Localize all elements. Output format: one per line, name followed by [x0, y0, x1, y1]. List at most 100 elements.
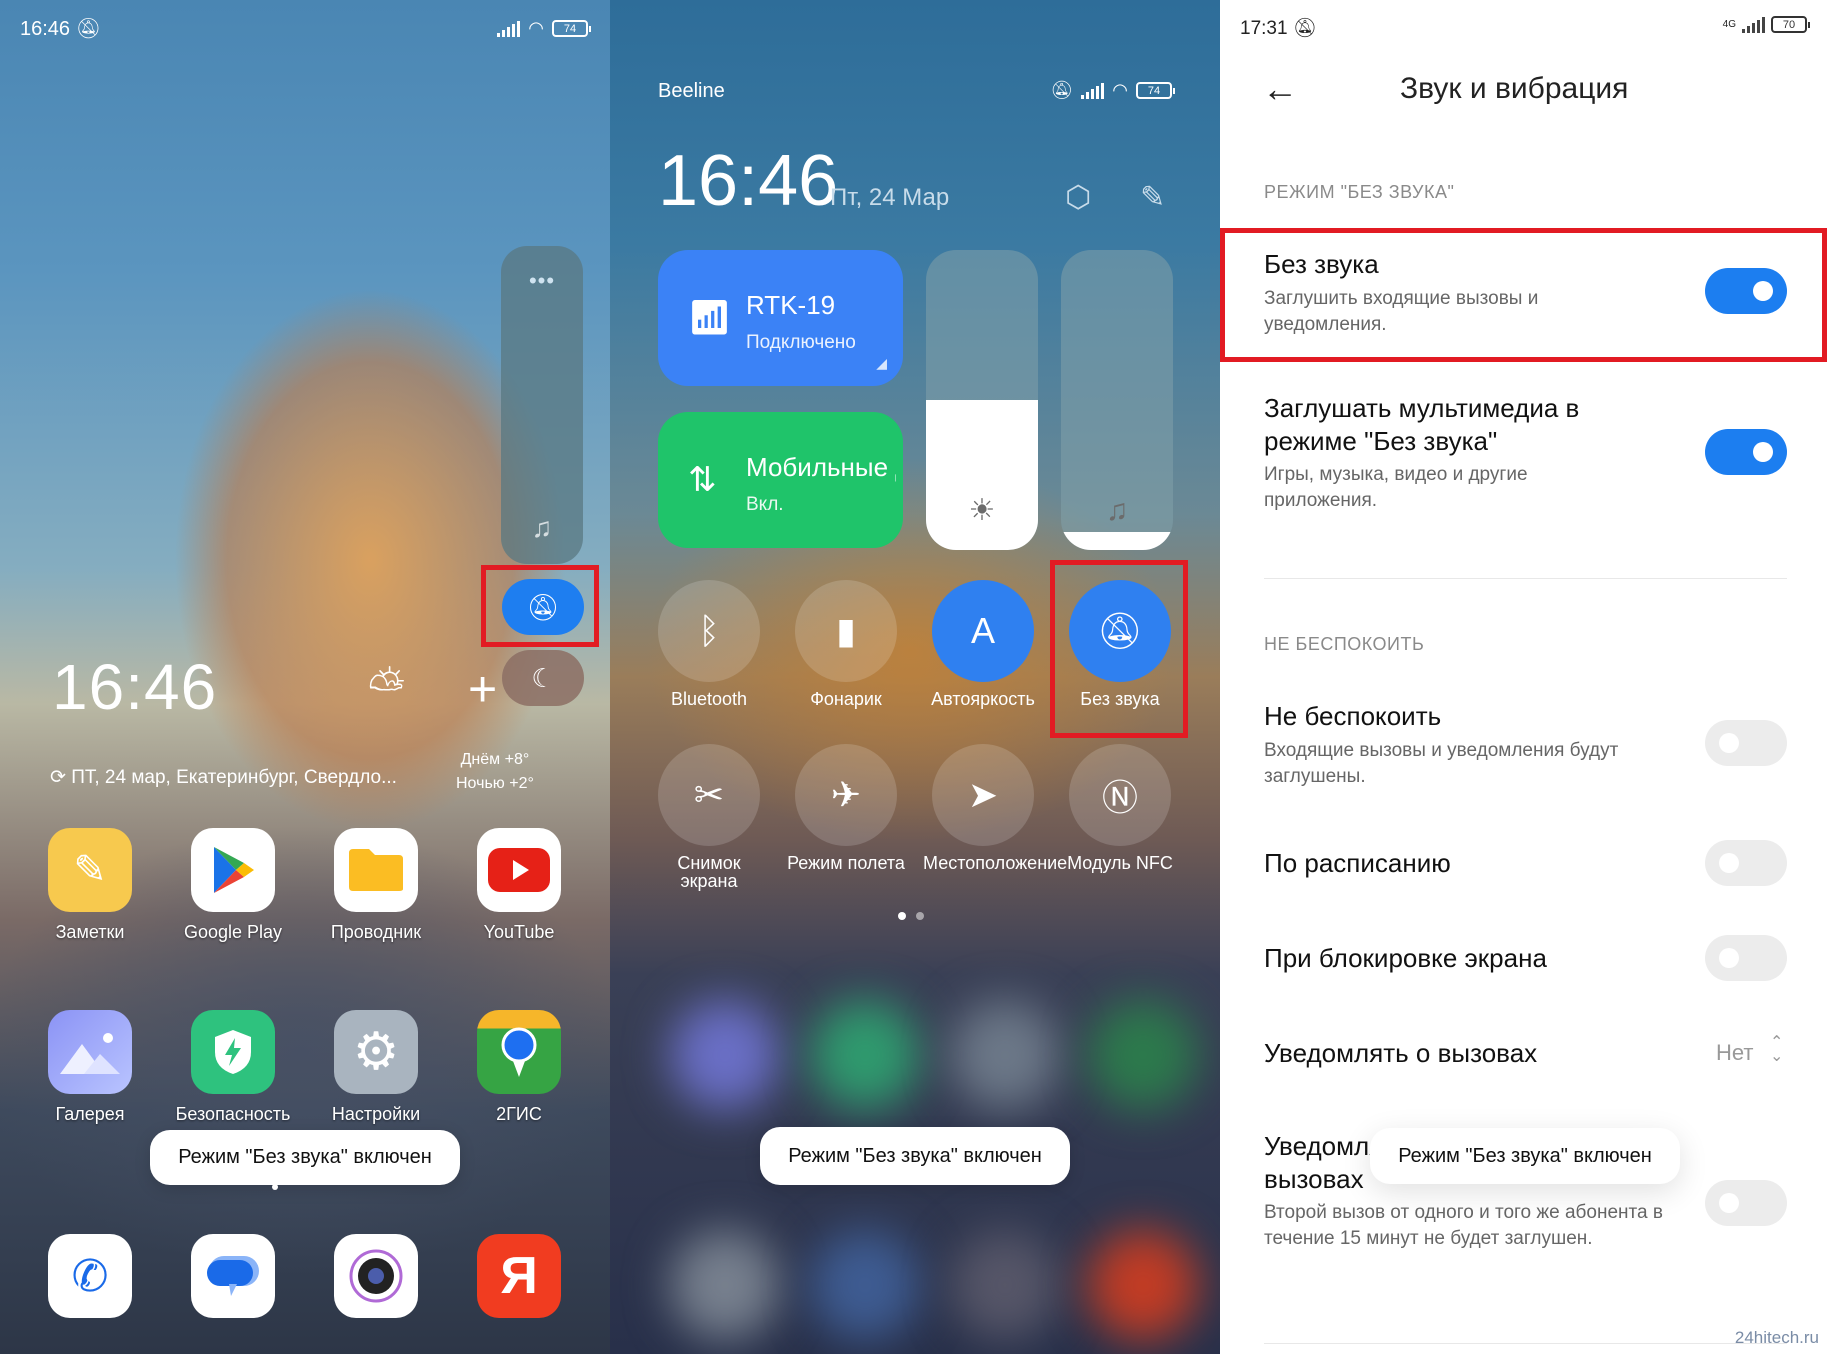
chevron-updown-icon[interactable]: ⌃ ⌄ — [1770, 1035, 1783, 1065]
toggle-location[interactable]: ➤ Местоположение — [923, 744, 1068, 873]
bluetooth-icon: ᛒ — [658, 580, 760, 682]
divider — [1264, 1343, 1787, 1344]
toggle-flashlight[interactable]: ▮ Фонарик — [786, 580, 906, 708]
page-title: Звук и вибрация — [1400, 72, 1629, 105]
wifi-icon: 📶︎ — [688, 299, 732, 337]
yandex-icon: Я — [477, 1234, 561, 1318]
mute-media-toggle[interactable] — [1705, 429, 1787, 475]
dock-phone[interactable]: ✆ — [30, 1234, 150, 1318]
battery-icon: 70 — [1771, 16, 1810, 33]
back-arrow-icon[interactable]: ← — [1262, 68, 1298, 110]
gallery-icon — [48, 1010, 132, 1094]
blurred-app — [670, 1000, 780, 1110]
brightness-slider[interactable]: ☀ — [926, 250, 1038, 550]
toast-silent-mode: Режим "Без звука" включен — [1370, 1128, 1680, 1184]
app-file-manager[interactable]: Проводник — [316, 828, 436, 943]
dock-yandex[interactable]: Я — [459, 1234, 579, 1318]
battery-icon: 74 — [552, 20, 591, 37]
toggle-label: Снимок экрана — [677, 853, 741, 891]
blurred-app — [950, 1000, 1060, 1110]
repeat-calls-toggle[interactable] — [1705, 1180, 1787, 1226]
app-gallery[interactable]: Галерея — [30, 1010, 150, 1125]
toggle-label: Местоположение — [923, 853, 1068, 873]
toggle-label: Режим полета — [787, 853, 905, 873]
blurred-app — [950, 1230, 1060, 1340]
toggle-nfc[interactable]: Ⓝ Модуль NFC — [1060, 744, 1180, 872]
page-dot-active — [898, 912, 906, 920]
dock-camera[interactable] — [316, 1234, 436, 1318]
folder-icon — [334, 828, 418, 912]
toggle-label: Фонарик — [810, 689, 882, 709]
partly-cloudy-icon: ⛅︎ — [368, 661, 405, 713]
home-screen: 16:46 🔕︎ ◠ 74 ••• ♫ 🔕︎ ☾ 16:46 ⛅︎ + ⟳ ПТ… — [0, 0, 610, 1354]
lock-screen-toggle[interactable] — [1705, 935, 1787, 981]
settings-gear-icon: ⚙ — [334, 1010, 418, 1094]
expand-corner-icon: ◢ — [876, 355, 887, 371]
app-google-play[interactable]: Google Play — [173, 828, 293, 943]
watermark: 24hitech.ru — [1734, 1328, 1819, 1347]
toggle-bluetooth[interactable]: ᛒ Bluetooth — [649, 580, 769, 708]
schedule-toggle[interactable] — [1705, 840, 1787, 886]
network-type: 4G — [1722, 19, 1736, 30]
app-2gis[interactable]: 2ГИС — [459, 1010, 579, 1125]
carrier-name: Beeline — [658, 80, 725, 102]
weather-day-night: Днём +8° Ночью +2° — [456, 748, 534, 796]
sun-icon: ☀ — [968, 494, 996, 527]
moon-icon: ☾ — [531, 663, 555, 693]
toggle-auto-brightness[interactable]: A Автояркость — [923, 580, 1043, 708]
volume-fill — [1061, 532, 1173, 550]
volume-slider[interactable]: ♫ — [1061, 250, 1173, 550]
messages-icon — [191, 1234, 275, 1318]
wifi-icon: ◠ — [1112, 80, 1128, 100]
wifi-icon: ◠ — [528, 18, 544, 38]
notify-calls-value[interactable]: Нет — [1716, 1040, 1753, 1066]
clock-widget-time: 16:46 — [52, 651, 218, 723]
dnd-toggle[interactable] — [1705, 720, 1787, 766]
night-temp: Ночью +2° — [456, 775, 534, 792]
battery-icon: 74 — [1136, 82, 1175, 99]
location-icon: ➤ — [932, 744, 1034, 846]
date-location: ⟳ ПТ, 24 мар, Екатеринбург, Свердло... — [50, 767, 397, 788]
security-icon — [191, 1010, 275, 1094]
app-youtube[interactable]: YouTube — [459, 828, 579, 943]
music-muted-icon: ♫ — [531, 512, 553, 543]
toggle-label: Модуль NFC — [1067, 853, 1173, 873]
mobile-data-tile[interactable]: ⇅ Мобильные данные Вкл. — [658, 412, 903, 548]
wifi-tile[interactable]: 📶︎ RTK-19 Подключено ◢ — [658, 250, 903, 386]
control-center: Beeline 🔕︎ ◠ 74 16:46 Пт, 24 Мар ⬡ ✎ 📶︎ … — [610, 0, 1220, 1354]
dock-messages[interactable] — [173, 1234, 293, 1318]
day-temp: Днём +8° — [460, 751, 530, 768]
app-notes[interactable]: ✎ Заметки — [30, 828, 150, 943]
toggle-airplane[interactable]: ✈ Режим полета — [786, 744, 906, 872]
dnd-button[interactable]: ☾ — [502, 650, 584, 706]
status-icons: 🔕︎ ◠ 74 — [1050, 80, 1175, 101]
app-security[interactable]: Безопасность — [173, 1010, 293, 1125]
temperature-prefix: + — [468, 661, 498, 717]
signal-icon — [1081, 82, 1105, 99]
app-settings[interactable]: ⚙ Настройки — [316, 1010, 436, 1125]
screenshot-icon: ✂ — [658, 744, 760, 846]
refresh-icon: ⟳ — [50, 767, 66, 788]
silent-icon: 🔕︎ — [75, 18, 102, 40]
toggle-screenshot[interactable]: ✂ Снимок экрана — [649, 744, 769, 890]
highlight-box — [1050, 560, 1188, 738]
2gis-icon — [477, 1010, 561, 1094]
blurred-app — [810, 1230, 920, 1340]
page-dot — [916, 912, 924, 920]
camera-icon — [334, 1234, 418, 1318]
blurred-app — [810, 1000, 920, 1110]
more-options-icon[interactable]: ••• — [501, 268, 583, 294]
edit-icon[interactable]: ✎ — [1140, 180, 1165, 215]
google-play-icon — [191, 828, 275, 912]
status-bar: 17:31 🔕︎ 4G 70 — [1240, 16, 1810, 40]
volume-slider[interactable]: ••• ♫ — [501, 246, 583, 564]
section-header-dnd: НЕ БЕСПОКОИТЬ — [1264, 634, 1425, 654]
blurred-app — [670, 1230, 780, 1340]
settings-icon[interactable]: ⬡ — [1065, 180, 1091, 215]
notes-icon: ✎ — [48, 828, 132, 912]
highlight-box — [481, 565, 599, 647]
sound-settings-screen: 17:31 🔕︎ 4G 70 ← Звук и вибрация РЕЖИМ "… — [1220, 0, 1827, 1354]
signal-icon — [1742, 16, 1765, 33]
status-bar: 16:46 🔕︎ ◠ 74 — [0, 14, 610, 44]
blurred-app — [1088, 1000, 1198, 1110]
